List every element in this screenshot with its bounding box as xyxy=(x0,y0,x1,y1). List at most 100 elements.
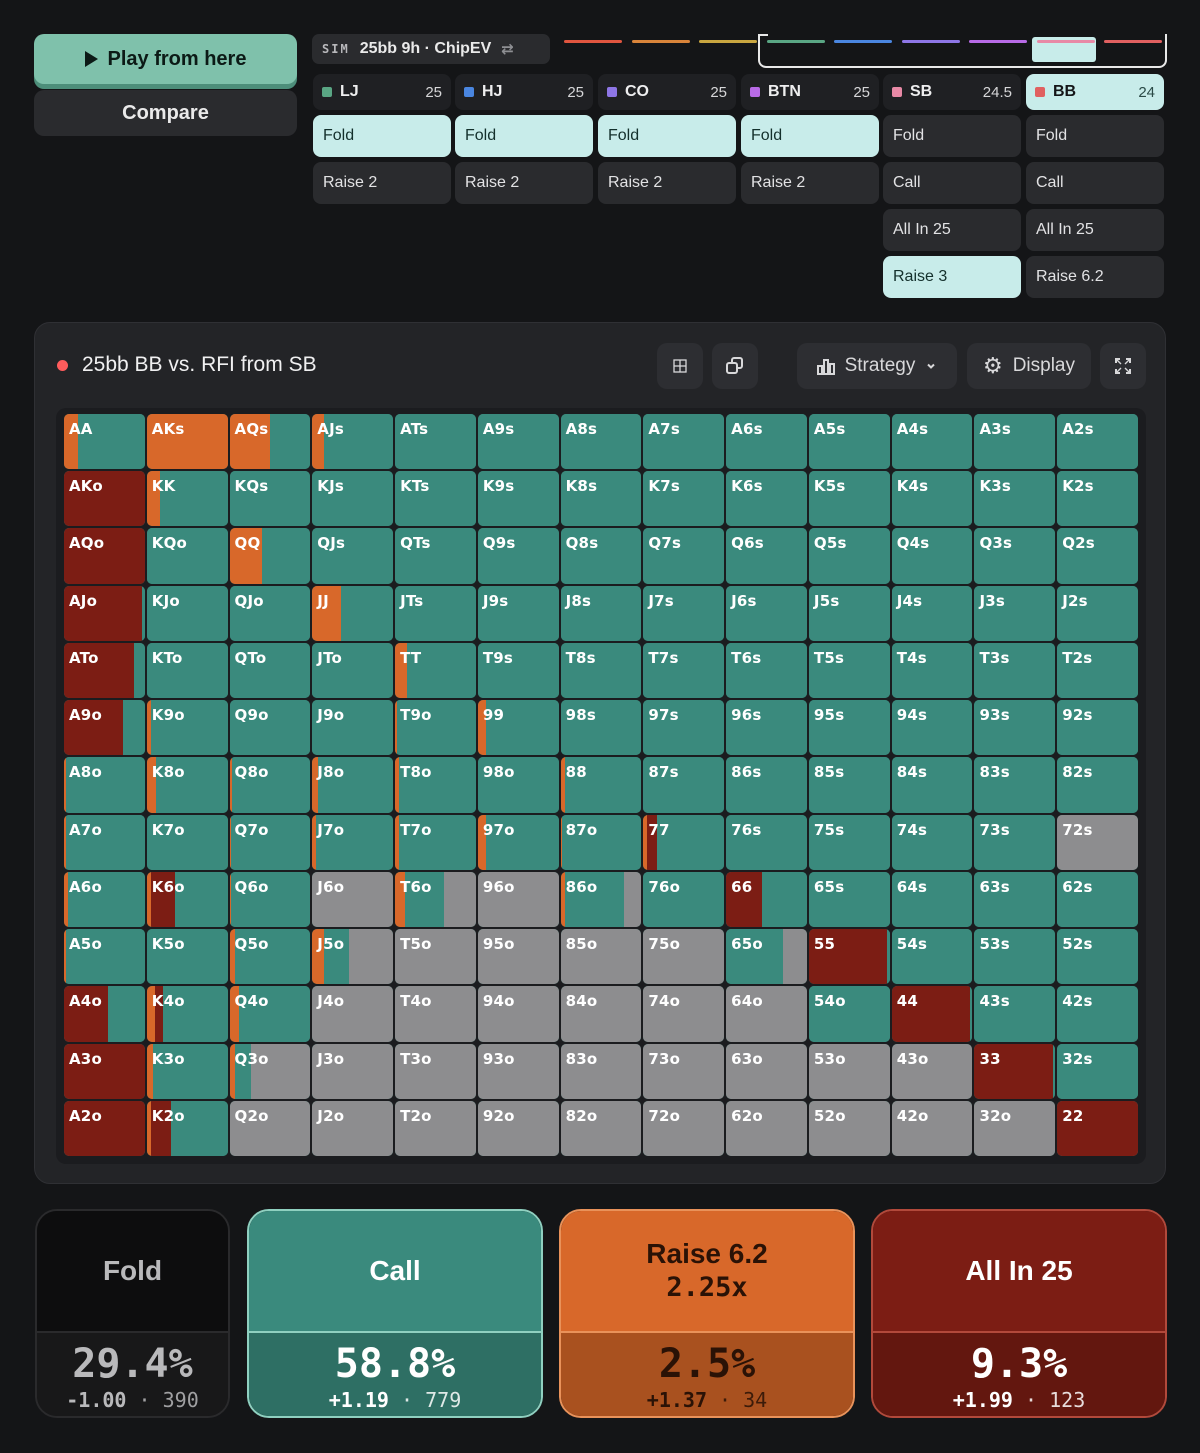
hand-cell-82o[interactable]: 82o xyxy=(560,1100,642,1156)
hand-cell-j5s[interactable]: J5s xyxy=(808,585,890,641)
hand-cell-72s[interactable]: 72s xyxy=(1057,814,1138,870)
position-header-sb[interactable]: SB 24.5 xyxy=(883,74,1021,110)
action-button-sb-all-in-25[interactable]: All In 25 xyxy=(883,209,1021,251)
hand-cell-42s[interactable]: 42s xyxy=(1057,986,1138,1042)
hand-cell-83o[interactable]: 83o xyxy=(560,1043,642,1099)
hand-cell-a2o[interactable]: A2o xyxy=(64,1100,145,1156)
hand-cell-a8s[interactable]: A8s xyxy=(560,414,642,470)
hand-cell-82s[interactable]: 82s xyxy=(1057,757,1138,813)
fullscreen-button[interactable] xyxy=(1100,343,1146,389)
history-strip[interactable] xyxy=(1104,40,1162,43)
action-button-co-fold[interactable]: Fold xyxy=(598,115,736,157)
hand-cell-q2o[interactable]: Q2o xyxy=(229,1100,311,1156)
hand-cell-j9s[interactable]: J9s xyxy=(477,585,559,641)
hand-cell-ats[interactable]: ATs xyxy=(395,414,476,470)
hand-cell-q2s[interactable]: Q2s xyxy=(1057,528,1138,584)
hand-cell-ako[interactable]: AKo xyxy=(64,471,145,527)
hand-cell-a2s[interactable]: A2s xyxy=(1057,414,1138,470)
position-header-btn[interactable]: BTN 25 xyxy=(741,74,879,110)
hand-cell-33[interactable]: 33 xyxy=(974,1043,1056,1099)
action-button-sb-call[interactable]: Call xyxy=(883,162,1021,204)
hand-cell-t5o[interactable]: T5o xyxy=(395,929,476,985)
hand-cell-62o[interactable]: 62o xyxy=(726,1100,807,1156)
compare-button[interactable]: Compare xyxy=(34,90,297,136)
hand-cell-j7s[interactable]: J7s xyxy=(643,585,725,641)
hand-cell-j8o[interactable]: J8o xyxy=(312,757,394,813)
hand-cell-t9s[interactable]: T9s xyxy=(477,642,559,699)
swap-icon[interactable]: ⇄ xyxy=(501,40,514,58)
hand-cell-j3s[interactable]: J3s xyxy=(974,585,1056,641)
hand-cell-73s[interactable]: 73s xyxy=(974,814,1056,870)
hand-cell-75o[interactable]: 75o xyxy=(643,929,725,985)
hand-cell-43o[interactable]: 43o xyxy=(891,1043,973,1099)
hand-cell-98s[interactable]: 98s xyxy=(560,700,642,756)
hand-cell-jj[interactable]: JJ xyxy=(312,585,394,641)
hand-cell-52o[interactable]: 52o xyxy=(808,1100,890,1156)
hand-cell-94o[interactable]: 94o xyxy=(477,986,559,1042)
hand-cell-k4o[interactable]: K4o xyxy=(146,986,228,1042)
hand-cell-k7s[interactable]: K7s xyxy=(643,471,725,527)
action-button-bb-fold[interactable]: Fold xyxy=(1026,115,1164,157)
hand-cell-ajs[interactable]: AJs xyxy=(312,414,394,470)
hand-cell-t3o[interactable]: T3o xyxy=(395,1043,476,1099)
action-button-hj-fold[interactable]: Fold xyxy=(455,115,593,157)
hand-cell-j8s[interactable]: J8s xyxy=(560,585,642,641)
hand-cell-k6o[interactable]: K6o xyxy=(146,871,228,928)
hand-cell-jto[interactable]: JTo xyxy=(312,642,394,699)
hand-cell-aqs[interactable]: AQs xyxy=(229,414,311,470)
hand-cell-a6o[interactable]: A6o xyxy=(64,871,145,928)
summary-card-allin[interactable]: All In 25 9.3% +1.99 · 123 xyxy=(871,1209,1167,1418)
hand-cell-q8o[interactable]: Q8o xyxy=(229,757,311,813)
hand-cell-k2s[interactable]: K2s xyxy=(1057,471,1138,527)
hand-cell-kto[interactable]: KTo xyxy=(146,642,228,699)
hand-cell-jts[interactable]: JTs xyxy=(395,585,476,641)
hand-cell-22[interactable]: 22 xyxy=(1057,1100,1138,1156)
hand-cell-q4o[interactable]: Q4o xyxy=(229,986,311,1042)
hand-cell-83s[interactable]: 83s xyxy=(974,757,1056,813)
hand-cell-j9o[interactable]: J9o xyxy=(312,700,394,756)
hand-cell-t4o[interactable]: T4o xyxy=(395,986,476,1042)
hand-cell-k9s[interactable]: K9s xyxy=(477,471,559,527)
hand-cell-77[interactable]: 77 xyxy=(643,814,725,870)
action-button-bb-call[interactable]: Call xyxy=(1026,162,1164,204)
hand-cell-32o[interactable]: 32o xyxy=(974,1100,1056,1156)
hand-cell-j6s[interactable]: J6s xyxy=(726,585,807,641)
hand-cell-t7o[interactable]: T7o xyxy=(395,814,476,870)
hand-cell-k2o[interactable]: K2o xyxy=(146,1100,228,1156)
hand-cell-62s[interactable]: 62s xyxy=(1057,871,1138,928)
action-button-sb-fold[interactable]: Fold xyxy=(883,115,1021,157)
hand-cell-qto[interactable]: QTo xyxy=(229,642,311,699)
hand-cell-73o[interactable]: 73o xyxy=(643,1043,725,1099)
hand-cell-t2s[interactable]: T2s xyxy=(1057,642,1138,699)
hand-cell-74s[interactable]: 74s xyxy=(891,814,973,870)
hand-cell-j2o[interactable]: J2o xyxy=(312,1100,394,1156)
hand-cell-k7o[interactable]: K7o xyxy=(146,814,228,870)
hand-cell-94s[interactable]: 94s xyxy=(891,700,973,756)
hand-cell-72o[interactable]: 72o xyxy=(643,1100,725,1156)
hand-cell-96s[interactable]: 96s xyxy=(726,700,807,756)
hand-cell-66[interactable]: 66 xyxy=(726,871,807,928)
history-strip[interactable] xyxy=(766,40,825,43)
action-button-btn-fold[interactable]: Fold xyxy=(741,115,879,157)
summary-card-fold[interactable]: Fold 29.4% -1.00 · 390 xyxy=(35,1209,230,1418)
position-header-lj[interactable]: LJ 25 xyxy=(313,74,451,110)
hand-cell-52s[interactable]: 52s xyxy=(1057,929,1138,985)
hand-cell-88[interactable]: 88 xyxy=(560,757,642,813)
hand-cell-54o[interactable]: 54o xyxy=(808,986,890,1042)
hand-cell-q5o[interactable]: Q5o xyxy=(229,929,311,985)
action-button-lj-fold[interactable]: Fold xyxy=(313,115,451,157)
hand-cell-98o[interactable]: 98o xyxy=(477,757,559,813)
hand-cell-44[interactable]: 44 xyxy=(891,986,973,1042)
hand-cell-kjs[interactable]: KJs xyxy=(312,471,394,527)
action-button-bb-all-in-25[interactable]: All In 25 xyxy=(1026,209,1164,251)
hand-cell-a3s[interactable]: A3s xyxy=(974,414,1056,470)
history-strip[interactable] xyxy=(631,40,690,43)
hand-cell-43s[interactable]: 43s xyxy=(974,986,1056,1042)
hand-cell-q3s[interactable]: Q3s xyxy=(974,528,1056,584)
hand-cell-qjs[interactable]: QJs xyxy=(312,528,394,584)
action-button-hj-raise-2[interactable]: Raise 2 xyxy=(455,162,593,204)
action-button-btn-raise-2[interactable]: Raise 2 xyxy=(741,162,879,204)
hand-cell-a4s[interactable]: A4s xyxy=(891,414,973,470)
hand-cell-kjo[interactable]: KJo xyxy=(146,585,228,641)
hand-cell-t5s[interactable]: T5s xyxy=(808,642,890,699)
